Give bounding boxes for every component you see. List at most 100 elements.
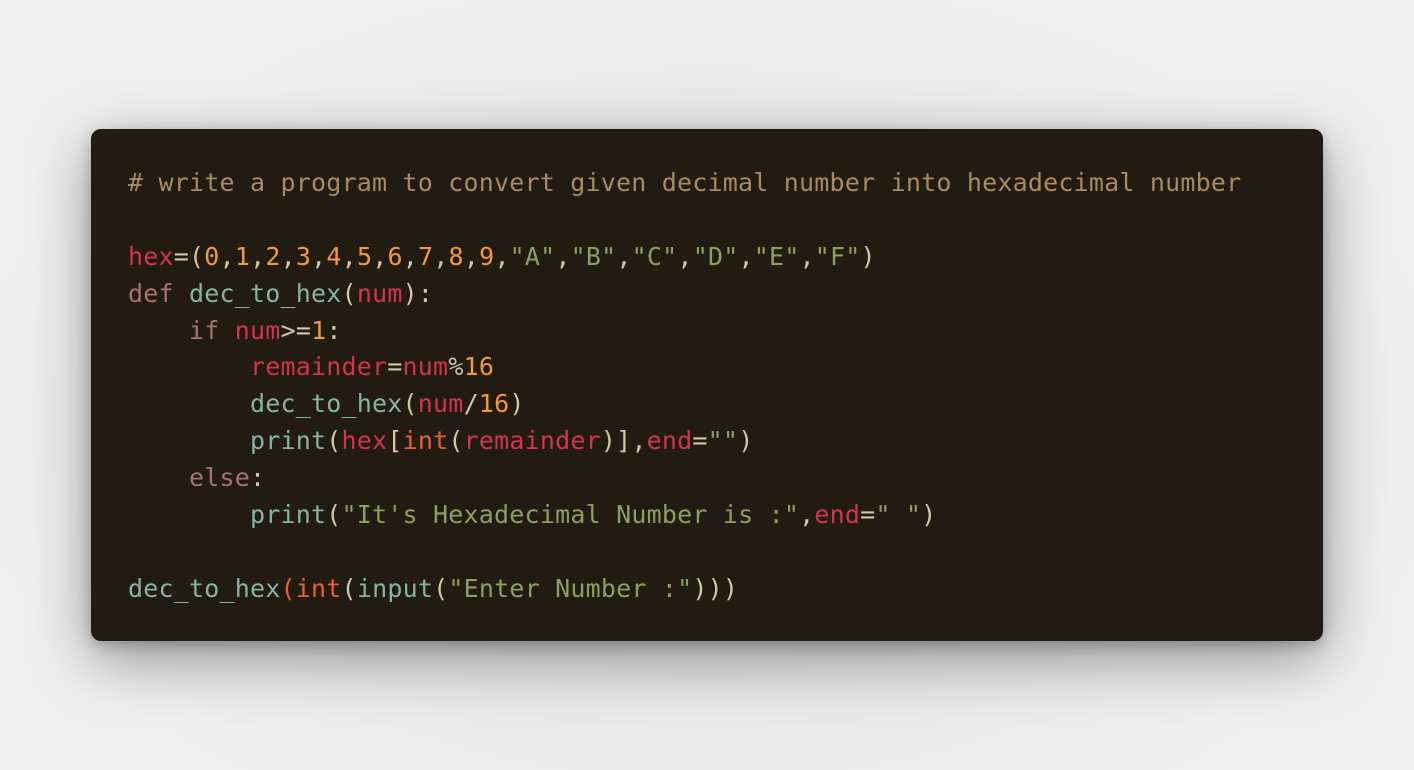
code-token-str: "Enter Number :" [448,573,693,603]
code-token-punct: , [280,241,296,271]
code-token-fn: dec_to_hex [128,573,281,603]
code-token-punct: , [677,241,693,271]
code-token-punct [128,316,189,345]
code-token-comment: # write a program to convert given decim… [128,168,1242,197]
code-token-punct: , [799,241,815,271]
code-token-fn: print [250,426,327,456]
code-token-punct: ( [326,426,342,456]
code-token-var: end [646,426,693,456]
code-token-num: 7 [418,241,434,271]
code-token-punct: ) [738,426,754,456]
code-token-punct: ( [341,573,357,603]
code-token-punct: ))) [692,573,739,603]
code-token-punct: [ [387,426,403,456]
code-token-punct: , [311,241,327,271]
code-token-punct: , [463,241,480,271]
code-token-punct: % [448,352,464,382]
code-token-num: 4 [326,241,342,271]
code-token-str: "A" [509,241,556,271]
code-token-num: 1 [234,241,251,271]
code-token-var: remainder [250,352,388,382]
code-token-punct: , [341,241,357,271]
code-token-var: num [402,352,449,382]
code-token-kw: if [189,315,220,345]
code-token-punct: , [250,241,266,271]
code-token-str: "" [707,426,739,456]
code-token-kw: def [128,278,174,308]
code-block: # write a program to convert given decim… [91,129,1323,641]
code-token-punct: , [494,241,510,271]
code-line: def dec_to_hex(num): [128,276,1323,313]
code-token-punct: , [616,241,632,271]
code-token-punct [174,279,189,308]
code-token-num: 3 [295,241,312,271]
code-token-num: 1 [311,315,327,345]
code-token-punct: ( [433,573,449,603]
code-token-str: "C" [631,241,678,271]
code-token-num: 16 [478,389,510,419]
code-token-punct: , [219,241,235,271]
code-token-builtin: ( [280,573,296,603]
code-token-punct [128,500,250,529]
code-token-punct [128,389,250,418]
code-token-num: 2 [265,241,281,271]
code-token-punct: = [692,426,708,456]
code-token-str: "B" [570,241,617,271]
code-line: else: [128,460,1323,497]
code-token-punct [220,316,235,345]
code-token-punct: , [372,241,388,271]
code-line: hex=(0,1,2,3,4,5,6,7,8,9,"A","B","C","D"… [128,239,1323,276]
code-token-var: num [234,315,281,345]
code-token-punct: )], [600,426,647,456]
code-token-fn: dec_to_hex [189,278,342,308]
code-token-num: 0 [204,241,220,271]
code-token-kw: else [189,463,251,493]
code-token-punct [128,352,250,381]
code-line: dec_to_hex(int(input("Enter Number :"))) [128,571,1323,608]
code-token-num: 8 [448,241,464,271]
code-token-punct: : [250,463,266,493]
code-token-str: "F" [814,241,861,271]
code-line: # write a program to convert given decim… [128,165,1323,202]
code-token-str: "D" [692,241,739,271]
code-token-punct: ): [402,278,434,308]
code-token-punct [128,463,189,492]
code-token-str: "E" [753,241,800,271]
code-token-punct: ) [509,389,525,419]
code-token-var: end [814,500,861,530]
code-token-punct: , [402,241,418,271]
code-token-punct: >= [280,315,312,345]
code-token-punct: / [463,389,479,419]
code-token-punct: ( [326,500,342,530]
code-line: dec_to_hex(num/16) [128,386,1323,423]
code-token-punct: , [799,500,815,530]
code-token-fn: input [356,573,434,603]
code-token-punct: ) [921,500,937,530]
code-token-var: num [417,389,464,419]
code-token-punct: ( [448,426,464,456]
code-token-punct: ( [402,389,418,419]
code-token-punct: : [326,315,342,345]
code-token-punct: , [555,241,571,271]
code-token-builtin: int [295,573,342,603]
code-token-punct: = [860,500,876,530]
code-line: if num>=1: [128,313,1323,350]
code-line: print("It's Hexadecimal Number is :",end… [128,497,1323,534]
code-token-var: hex [128,241,174,271]
code-token-num: 16 [463,352,495,382]
code-token-var: remainder [463,426,601,456]
code-token-var: num [356,278,403,308]
code-token-num: 5 [356,241,373,271]
code-token-punct [128,426,250,455]
code-token-fn: print [250,500,327,530]
code-token-var: hex [341,426,388,456]
code-token-builtin: int [402,426,449,456]
code-token-punct: , [433,241,449,271]
code-token-punct: = [387,352,403,382]
code-token-str: " " [875,500,922,530]
code-token-punct: =( [173,241,205,271]
code-token-fn: dec_to_hex [250,389,403,419]
code-token-punct: ) [860,241,876,271]
